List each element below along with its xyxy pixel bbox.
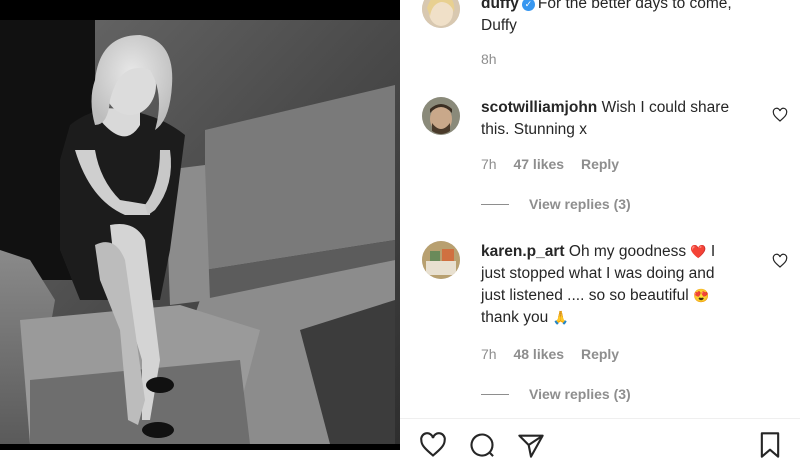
verified-badge-icon: ✓ (521, 0, 535, 11)
comment-time[interactable]: 7h (481, 346, 497, 362)
replies-divider (481, 393, 509, 395)
bookmark-icon[interactable] (756, 431, 784, 459)
author-avatar[interactable] (422, 0, 460, 28)
replies-divider (481, 203, 509, 205)
post-caption: duffy ✓ For the better days to come, Duffy (481, 0, 761, 37)
post-meta: 8h (481, 51, 510, 67)
like-comment-heart-icon[interactable] (772, 107, 788, 123)
comment-text: scotwilliamjohn Wish I could share this.… (481, 97, 761, 141)
red-heart-emoji: ❤️ (690, 244, 707, 259)
comment-likes[interactable]: 47 likes (513, 156, 564, 172)
commenter-avatar[interactable] (422, 97, 460, 135)
avatar-image (422, 241, 460, 279)
comments-panel: duffy ✓ For the better days to come, Duffy… (400, 0, 800, 450)
view-replies-button[interactable]: View replies (3) (481, 386, 631, 402)
post-photo[interactable] (0, 0, 400, 450)
comment-username[interactable]: scotwilliamjohn (481, 99, 597, 116)
like-comment-heart-icon[interactable] (772, 253, 788, 269)
comment-meta: 7h 47 likes Reply (481, 156, 632, 172)
folded-hands-emoji: 🙏 (552, 310, 569, 325)
comment-body-line1: Wish I could share (601, 99, 730, 116)
comment-body-line2: just stopped what I was doing and (481, 265, 715, 282)
photo-illustration (0, 0, 400, 450)
comment-username[interactable]: karen.p_art (481, 243, 565, 260)
comment-body-line1b: I (710, 243, 716, 260)
view-replies-label: View replies (3) (529, 196, 631, 212)
comment-likes[interactable]: 48 likes (513, 346, 564, 362)
comment-body-line1: Oh my goodness (568, 243, 687, 260)
view-replies-button[interactable]: View replies (3) (481, 196, 631, 212)
comment-meta: 7h 48 likes Reply (481, 346, 632, 362)
comment-text: karen.p_art Oh my goodness ❤️ I just sto… (481, 241, 761, 329)
heart-icon[interactable] (418, 431, 448, 459)
avatar-image (422, 97, 460, 135)
view-replies-label: View replies (3) (529, 386, 631, 402)
comment-body-line3: just listened .... so so beautiful (481, 287, 689, 304)
post-time[interactable]: 8h (481, 51, 497, 67)
reply-button[interactable]: Reply (581, 156, 619, 172)
comment-body-line2: this. Stunning x (481, 121, 587, 138)
commenter-avatar[interactable] (422, 241, 460, 279)
comment-body-line4: thank you (481, 309, 549, 326)
avatar-image (422, 0, 460, 28)
comment-time[interactable]: 7h (481, 156, 497, 172)
heart-eyes-emoji: 😍 (692, 288, 710, 303)
post-action-bar (400, 418, 800, 458)
author-username[interactable]: duffy (481, 0, 519, 12)
comment-icon[interactable] (467, 431, 497, 459)
caption-text-line1: For the better days to come, (537, 0, 732, 12)
reply-button[interactable]: Reply (581, 346, 619, 362)
share-icon[interactable] (516, 431, 546, 459)
caption-text-line2: Duffy (481, 17, 517, 34)
